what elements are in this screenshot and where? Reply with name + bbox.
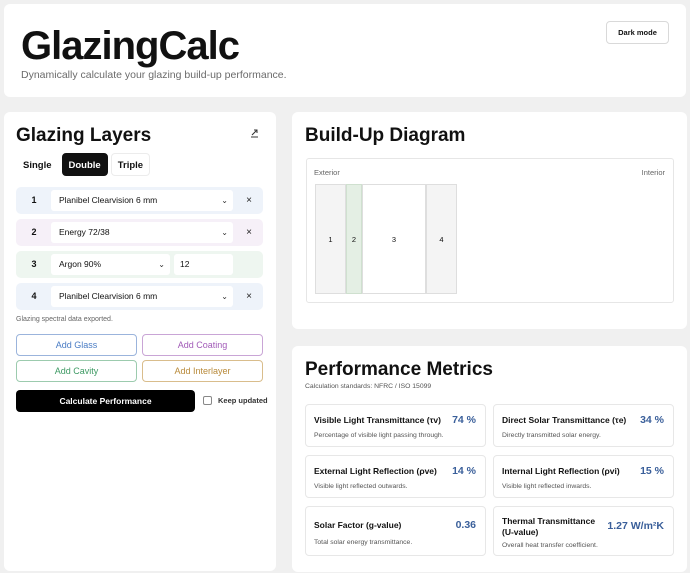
layer-material-select[interactable]: Planibel Clearvision 6 mm ⌄ — [51, 190, 233, 211]
layer-row-2: 2 Energy 72/38 ⌄ × — [16, 219, 263, 246]
metric-external-reflection: External Light Reflection (ρve) 14 % Vis… — [305, 455, 486, 498]
metric-value: 15 % — [640, 465, 664, 477]
chevron-down-icon: ⌄ — [221, 196, 228, 205]
layer-material-value: Argon 90% — [59, 259, 102, 269]
keep-updated-label: Keep updated — [218, 396, 268, 405]
remove-layer-button[interactable]: × — [246, 219, 252, 246]
metric-name: Thermal Transmittance (U-value) — [502, 516, 596, 537]
performance-metrics-title: Performance Metrics — [305, 359, 493, 380]
metric-name: Internal Light Reflection (ρvi) — [502, 466, 620, 476]
glazing-layers-title: Glazing Layers — [16, 125, 152, 146]
metric-description: Visible light reflected outwards. — [314, 483, 408, 490]
remove-layer-button[interactable]: × — [246, 187, 252, 214]
layer-row-4: 4 Planibel Clearvision 6 mm ⌄ × — [16, 283, 263, 310]
layer-material-value: Planibel Clearvision 6 mm — [59, 195, 158, 205]
build-up-diagram-panel: Build-Up Diagram Exterior Interior 1 2 3… — [292, 112, 687, 329]
exterior-label: Exterior — [314, 168, 340, 177]
metric-description: Directly transmitted solar energy. — [502, 432, 601, 439]
cavity-thickness-input[interactable]: 12 — [174, 254, 233, 275]
metric-name: Solar Factor (g-value) — [314, 520, 402, 530]
chevron-down-icon: ⌄ — [221, 292, 228, 301]
layer-row-1: 1 Planibel Clearvision 6 mm ⌄ × — [16, 187, 263, 214]
metric-description: Total solar energy transmittance. — [314, 539, 413, 546]
diagram-pane-glass: 1 — [315, 184, 346, 294]
tab-triple[interactable]: Triple — [110, 153, 151, 176]
chevron-down-icon: ⌄ — [221, 228, 228, 237]
glazing-layers-panel: Glazing Layers Single Double Triple 1 Pl… — [4, 112, 276, 571]
metric-value: 0.36 — [455, 519, 476, 531]
export-status-note: Glazing spectral data exported. — [16, 316, 113, 323]
metric-solar-factor: Solar Factor (g-value) 0.36 Total solar … — [305, 506, 486, 556]
build-up-diagram-title: Build-Up Diagram — [305, 125, 466, 146]
tab-single[interactable]: Single — [16, 153, 59, 176]
app-header: GlazingCalc Dynamically calculate your g… — [4, 4, 686, 97]
metric-visible-transmittance: Visible Light Transmittance (τv) 74 % Pe… — [305, 404, 486, 447]
metric-value: 74 % — [452, 414, 476, 426]
diagram-pane-cavity: 3 — [362, 184, 426, 294]
calculation-standards: Calculation standards: NFRC / ISO 15099 — [305, 383, 432, 390]
layer-number: 4 — [31, 291, 37, 301]
metric-name: Direct Solar Transmittance (τe) — [502, 415, 627, 425]
metric-description: Percentage of visible light passing thro… — [314, 432, 444, 439]
metric-name: External Light Reflection (ρve) — [314, 466, 437, 476]
metric-name: Visible Light Transmittance (τv) — [314, 415, 441, 425]
layer-number: 1 — [31, 195, 37, 205]
remove-layer-button[interactable]: × — [246, 283, 252, 310]
interior-label: Interior — [641, 168, 665, 177]
layer-material-value: Energy 72/38 — [59, 227, 110, 237]
layer-material-select[interactable]: Energy 72/38 ⌄ — [51, 222, 233, 243]
layer-material-value: Planibel Clearvision 6 mm — [59, 291, 158, 301]
pane-count-tabs: Single Double Triple — [16, 153, 151, 176]
app-title: GlazingCalc — [21, 24, 240, 68]
app-subtitle: Dynamically calculate your glazing build… — [21, 69, 287, 81]
layer-number: 3 — [31, 259, 37, 269]
layer-material-select[interactable]: Planibel Clearvision 6 mm ⌄ — [51, 286, 233, 307]
add-glass-button[interactable]: Add Glass — [16, 334, 137, 356]
metric-thermal-transmittance: Thermal Transmittance (U-value) 1.27 W/m… — [493, 506, 674, 556]
keep-updated-checkbox[interactable] — [203, 396, 212, 405]
metric-value: 1.27 W/m²K — [607, 520, 664, 532]
layer-number: 2 — [31, 227, 37, 237]
layer-material-select[interactable]: Argon 90% ⌄ — [51, 254, 170, 275]
performance-metrics-panel: Performance Metrics Calculation standard… — [292, 346, 687, 572]
metric-description: Visible light reflected inwards. — [502, 483, 592, 490]
add-cavity-button[interactable]: Add Cavity — [16, 360, 137, 382]
export-icon[interactable] — [250, 129, 259, 140]
calculate-performance-button[interactable]: Calculate Performance — [16, 390, 195, 412]
chevron-down-icon: ⌄ — [158, 260, 165, 269]
diagram-pane-glass: 4 — [426, 184, 457, 294]
dark-mode-button[interactable]: Dark mode — [606, 21, 669, 44]
add-interlayer-button[interactable]: Add Interlayer — [142, 360, 263, 382]
diagram-pane-coating: 2 — [346, 184, 362, 294]
metric-value: 14 % — [452, 465, 476, 477]
metric-value: 34 % — [640, 414, 664, 426]
metric-direct-solar-transmittance: Direct Solar Transmittance (τe) 34 % Dir… — [493, 404, 674, 447]
tab-double[interactable]: Double — [61, 153, 108, 176]
layer-row-3: 3 Argon 90% ⌄ 12 — [16, 251, 263, 278]
metric-description: Overall heat transfer coefficient. — [502, 542, 598, 549]
metric-internal-reflection: Internal Light Reflection (ρvi) 15 % Vis… — [493, 455, 674, 498]
diagram-canvas: Exterior Interior 1 2 3 4 — [306, 158, 674, 303]
add-coating-button[interactable]: Add Coating — [142, 334, 263, 356]
